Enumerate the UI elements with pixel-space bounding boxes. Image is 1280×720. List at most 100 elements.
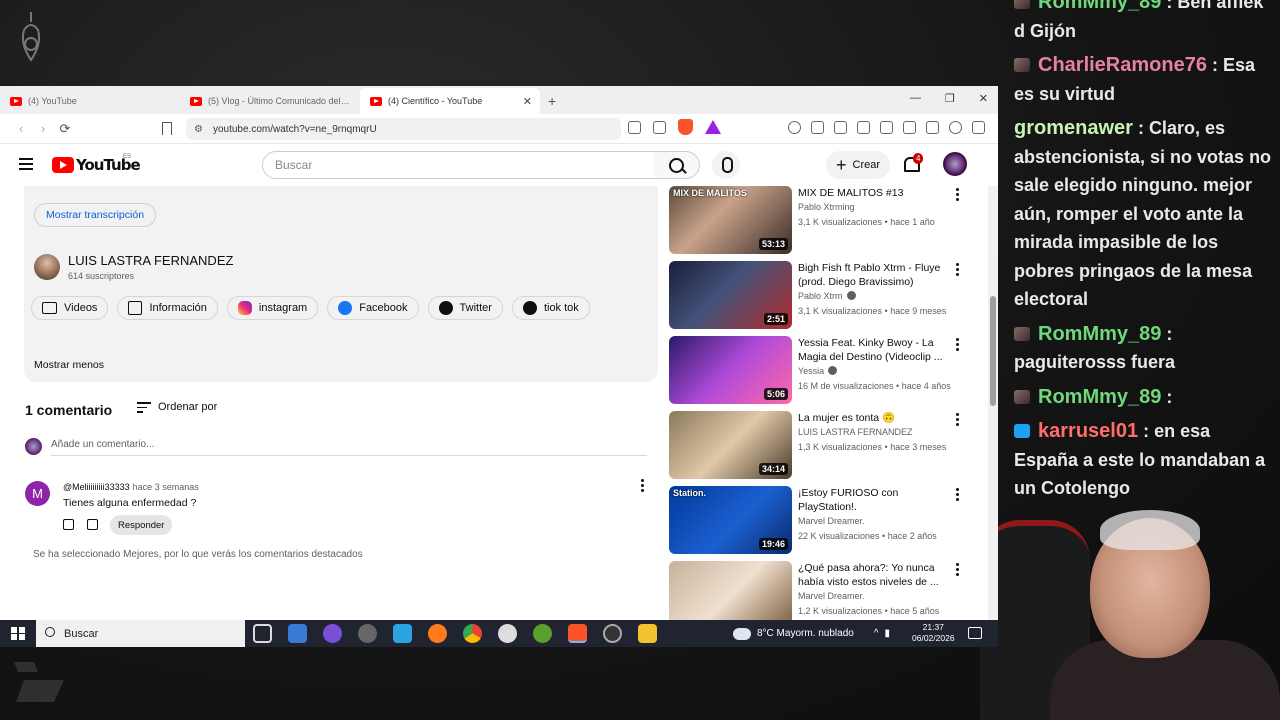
video-channel[interactable]: Pablo Xtrming xyxy=(798,202,855,212)
channel-link-twitter[interactable]: Twitter xyxy=(427,296,503,320)
video-title[interactable]: MIX DE MALITOS #13 xyxy=(798,186,948,200)
sort-icon[interactable] xyxy=(137,402,151,413)
video-more-icon[interactable] xyxy=(956,413,959,426)
reply-button[interactable]: Responder xyxy=(110,515,173,535)
video-channel[interactable]: Marvel Dreamer. xyxy=(798,516,865,526)
video-thumbnail[interactable]: 5:06 xyxy=(669,336,792,404)
comment-time[interactable]: hace 3 semanas xyxy=(133,482,199,492)
brave-rewards-icon[interactable] xyxy=(705,120,721,134)
video-channel[interactable]: Yessia xyxy=(798,366,838,376)
weather-icon[interactable] xyxy=(733,627,751,640)
task-view-icon[interactable] xyxy=(253,624,272,643)
new-tab-button[interactable]: + xyxy=(548,93,556,109)
recommended-video[interactable]: 34:14 La mujer es tonta 🙃 LUIS LASTRA FERN… xyxy=(669,411,979,479)
sort-by-button[interactable]: Ordenar por xyxy=(158,401,217,413)
channel-link-instagram[interactable]: instagram xyxy=(226,296,319,320)
browser-tab[interactable]: (4) Científico - YouTube ✕ xyxy=(360,88,540,114)
create-button[interactable]: + Crear xyxy=(826,151,890,179)
store-icon[interactable] xyxy=(288,624,307,643)
video-title[interactable]: Bigh Fish ft Pablo Xtrm - Fluye (prod. D… xyxy=(798,261,948,289)
video-thumbnail[interactable]: 2:51 xyxy=(669,261,792,329)
channel-link-facebook[interactable]: Facebook xyxy=(327,296,419,320)
notification-center-icon[interactable] xyxy=(968,627,982,639)
tray-arrow-icon[interactable]: ^ xyxy=(874,628,879,639)
channel-name[interactable]: LUIS LASTRA FERNANDEZ xyxy=(68,253,233,268)
recommended-video[interactable]: MIX DE MALITOS 53:13 MIX DE MALITOS #13 Pab… xyxy=(669,186,979,254)
media-player-icon[interactable] xyxy=(498,624,517,643)
recommended-video[interactable]: 2:51 Bigh Fish ft Pablo Xtrm - Fluye (pro… xyxy=(669,261,979,329)
channel-link-tiok-tok[interactable]: tiok tok xyxy=(511,296,590,320)
channel-avatar[interactable] xyxy=(34,254,60,280)
bookmark-icon[interactable] xyxy=(162,122,172,135)
menu-icon[interactable] xyxy=(972,121,985,134)
music-icon[interactable] xyxy=(857,121,870,134)
account-avatar[interactable] xyxy=(943,152,967,176)
show-less-button[interactable]: Mostrar menos xyxy=(34,359,104,371)
add-comment-input[interactable]: Añade un comentario... xyxy=(51,439,647,456)
firefox-icon[interactable] xyxy=(428,624,447,643)
tab-close-icon[interactable]: ✕ xyxy=(523,95,532,108)
video-thumbnail[interactable]: Station. 19:46 xyxy=(669,486,792,554)
show-transcript-button[interactable]: Mostrar transcripción xyxy=(34,203,157,227)
screenshot-icon[interactable] xyxy=(834,121,847,134)
leo-ai-icon[interactable] xyxy=(788,121,801,134)
brave-shields-icon[interactable] xyxy=(678,119,693,135)
site-settings-icon[interactable]: ⚙ xyxy=(194,124,203,135)
address-bar[interactable]: ⚙ youtube.com/watch?v=ne_9rnqmqrU xyxy=(186,118,621,140)
video-thumbnail[interactable] xyxy=(669,561,792,620)
wallet-icon[interactable] xyxy=(903,121,916,134)
settings-app-icon[interactable] xyxy=(358,624,377,643)
channel-link-información[interactable]: Información xyxy=(117,296,218,320)
cast-icon[interactable] xyxy=(628,120,641,134)
dislike-icon[interactable] xyxy=(87,519,98,530)
scrollbar-thumb[interactable] xyxy=(990,296,996,406)
obs-icon[interactable] xyxy=(603,624,622,643)
file-explorer-icon[interactable] xyxy=(638,624,657,643)
channel-link-videos[interactable]: Videos xyxy=(31,296,109,320)
video-more-icon[interactable] xyxy=(956,263,959,276)
video-thumbnail[interactable]: MIX DE MALITOS 53:13 xyxy=(669,186,792,254)
video-title[interactable]: ¡Estoy FURIOSO con PlayStation!. xyxy=(798,486,948,514)
video-more-icon[interactable] xyxy=(956,563,959,576)
windows-start-icon[interactable] xyxy=(11,626,25,641)
chrome-icon[interactable] xyxy=(463,624,482,643)
recommended-video[interactable]: 5:06 Yessia Feat. Kinky Bwoy - La Magia d… xyxy=(669,336,979,404)
video-more-icon[interactable] xyxy=(956,338,959,351)
comment-author-avatar[interactable]: M xyxy=(25,481,50,506)
extension-icon[interactable] xyxy=(811,121,824,134)
brave-taskbar-icon[interactable] xyxy=(568,624,587,643)
video-title[interactable]: La mujer es tonta 🙃 xyxy=(798,411,948,425)
video-channel[interactable]: LUIS LASTRA FERNANDEZ xyxy=(798,427,913,437)
forward-button[interactable]: › xyxy=(32,121,54,136)
restore-button[interactable]: ❐ xyxy=(945,92,955,105)
vpn-icon[interactable] xyxy=(949,121,962,134)
like-icon[interactable] xyxy=(63,519,74,530)
video-more-icon[interactable] xyxy=(956,488,959,501)
minimize-button[interactable]: — xyxy=(910,92,921,105)
search-input[interactable]: Buscar xyxy=(262,151,655,179)
video-thumbnail[interactable]: 34:14 xyxy=(669,411,792,479)
back-button[interactable]: ‹ xyxy=(10,121,32,136)
video-more-icon[interactable] xyxy=(956,188,959,201)
sidebar-icon[interactable] xyxy=(880,121,893,134)
close-window-button[interactable]: ✕ xyxy=(979,92,988,105)
discord-icon[interactable] xyxy=(323,624,342,643)
hamburger-menu-icon[interactable] xyxy=(19,158,33,170)
search-button[interactable] xyxy=(654,151,700,179)
microphone-icon[interactable]: ▮ xyxy=(885,628,891,639)
video-title[interactable]: ¿Qué pasa ahora?: Yo nunca había visto e… xyxy=(798,561,948,589)
browser-tab[interactable]: (5) Vlog - Último Comunicado del día xyxy=(180,88,360,114)
recommended-video[interactable]: Station. 19:46 ¡Estoy FURIOSO con PlayStat… xyxy=(669,486,979,554)
xbox-icon[interactable] xyxy=(533,624,552,643)
comment-more-icon[interactable] xyxy=(641,479,644,492)
telegram-icon[interactable] xyxy=(393,624,412,643)
taskbar-clock[interactable]: 21:37 06/02/2026 xyxy=(912,622,955,644)
taskbar-search-input[interactable]: Buscar xyxy=(36,620,245,647)
reload-button[interactable]: ⟳ xyxy=(54,121,76,137)
video-channel[interactable]: Marvel Dreamer. xyxy=(798,591,865,601)
browser-tab[interactable]: (4) YouTube xyxy=(0,88,180,114)
share-icon[interactable] xyxy=(653,120,666,134)
comment-author[interactable]: @Meliiiiiiiii33333 xyxy=(63,482,130,492)
video-channel[interactable]: Pablo Xtrm xyxy=(798,291,856,301)
page-scrollbar[interactable] xyxy=(988,186,998,620)
